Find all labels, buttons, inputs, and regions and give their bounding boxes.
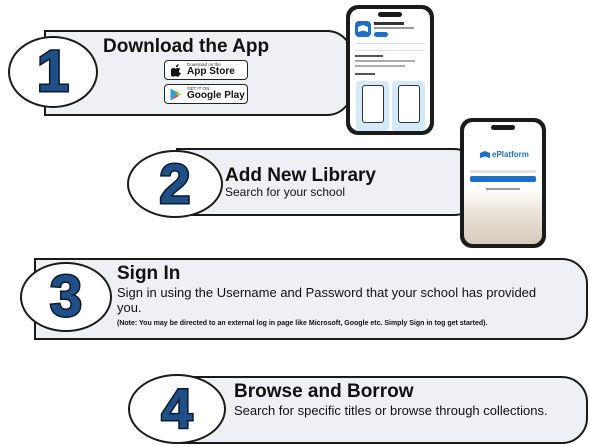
step-3-description: Sign in using the Username and Password … (117, 285, 537, 315)
step-3-number: 3 (48, 264, 83, 329)
step-4-description: Search for specific titles or browse thr… (234, 403, 548, 418)
eplatform-logo-icon (480, 150, 490, 158)
google-play-label: Google Play (187, 90, 245, 102)
step-3-title: Sign In (117, 263, 181, 284)
phone-2-link-line (486, 188, 520, 190)
step-1-number-badge: 1 (8, 36, 98, 108)
phone-2-notch (491, 125, 515, 130)
step-2-number: 2 (158, 152, 192, 215)
step-4-number: 4 (160, 377, 194, 440)
step-3-number-badge: 3 (20, 262, 112, 332)
app-stats-row (355, 43, 425, 51)
add-library-button (470, 176, 536, 182)
step-2-description: Search for your school (225, 185, 346, 199)
phone-2-screen: ePlatform (464, 122, 542, 244)
phone-1-notch (378, 12, 402, 17)
step-1-number: 1 (35, 39, 70, 104)
google-play-button[interactable]: GET IT ON Google Play (164, 84, 248, 104)
step-1-title: Download the App (103, 36, 270, 57)
app-preview-screenshot-2 (392, 81, 425, 131)
step-3-note: (Note: You may be directed to an externa… (117, 320, 488, 327)
app-info-lines (374, 22, 422, 37)
eplatform-logo: ePlatform (480, 150, 529, 159)
google-play-icon (169, 87, 183, 101)
phone-add-library-screenshot: ePlatform (460, 118, 546, 248)
app-store-label: App Store (187, 66, 235, 78)
phone-app-store-screenshot (346, 5, 434, 135)
app-store-button[interactable]: Download on the App Store (164, 60, 248, 80)
step-2-number-badge: 2 (127, 150, 223, 218)
phone-1-screen (350, 9, 430, 131)
eplatform-brand: ePlatform (492, 150, 529, 159)
step-2-title: Add New Library (225, 165, 376, 186)
step-4-number-badge: 4 (128, 374, 226, 444)
apple-icon (169, 63, 183, 77)
search-library-field (470, 170, 536, 173)
step-4-title: Browse and Borrow (234, 381, 414, 402)
app-icon (355, 21, 371, 37)
app-text-lines (355, 55, 425, 75)
app-preview-screenshot-1 (356, 81, 389, 131)
